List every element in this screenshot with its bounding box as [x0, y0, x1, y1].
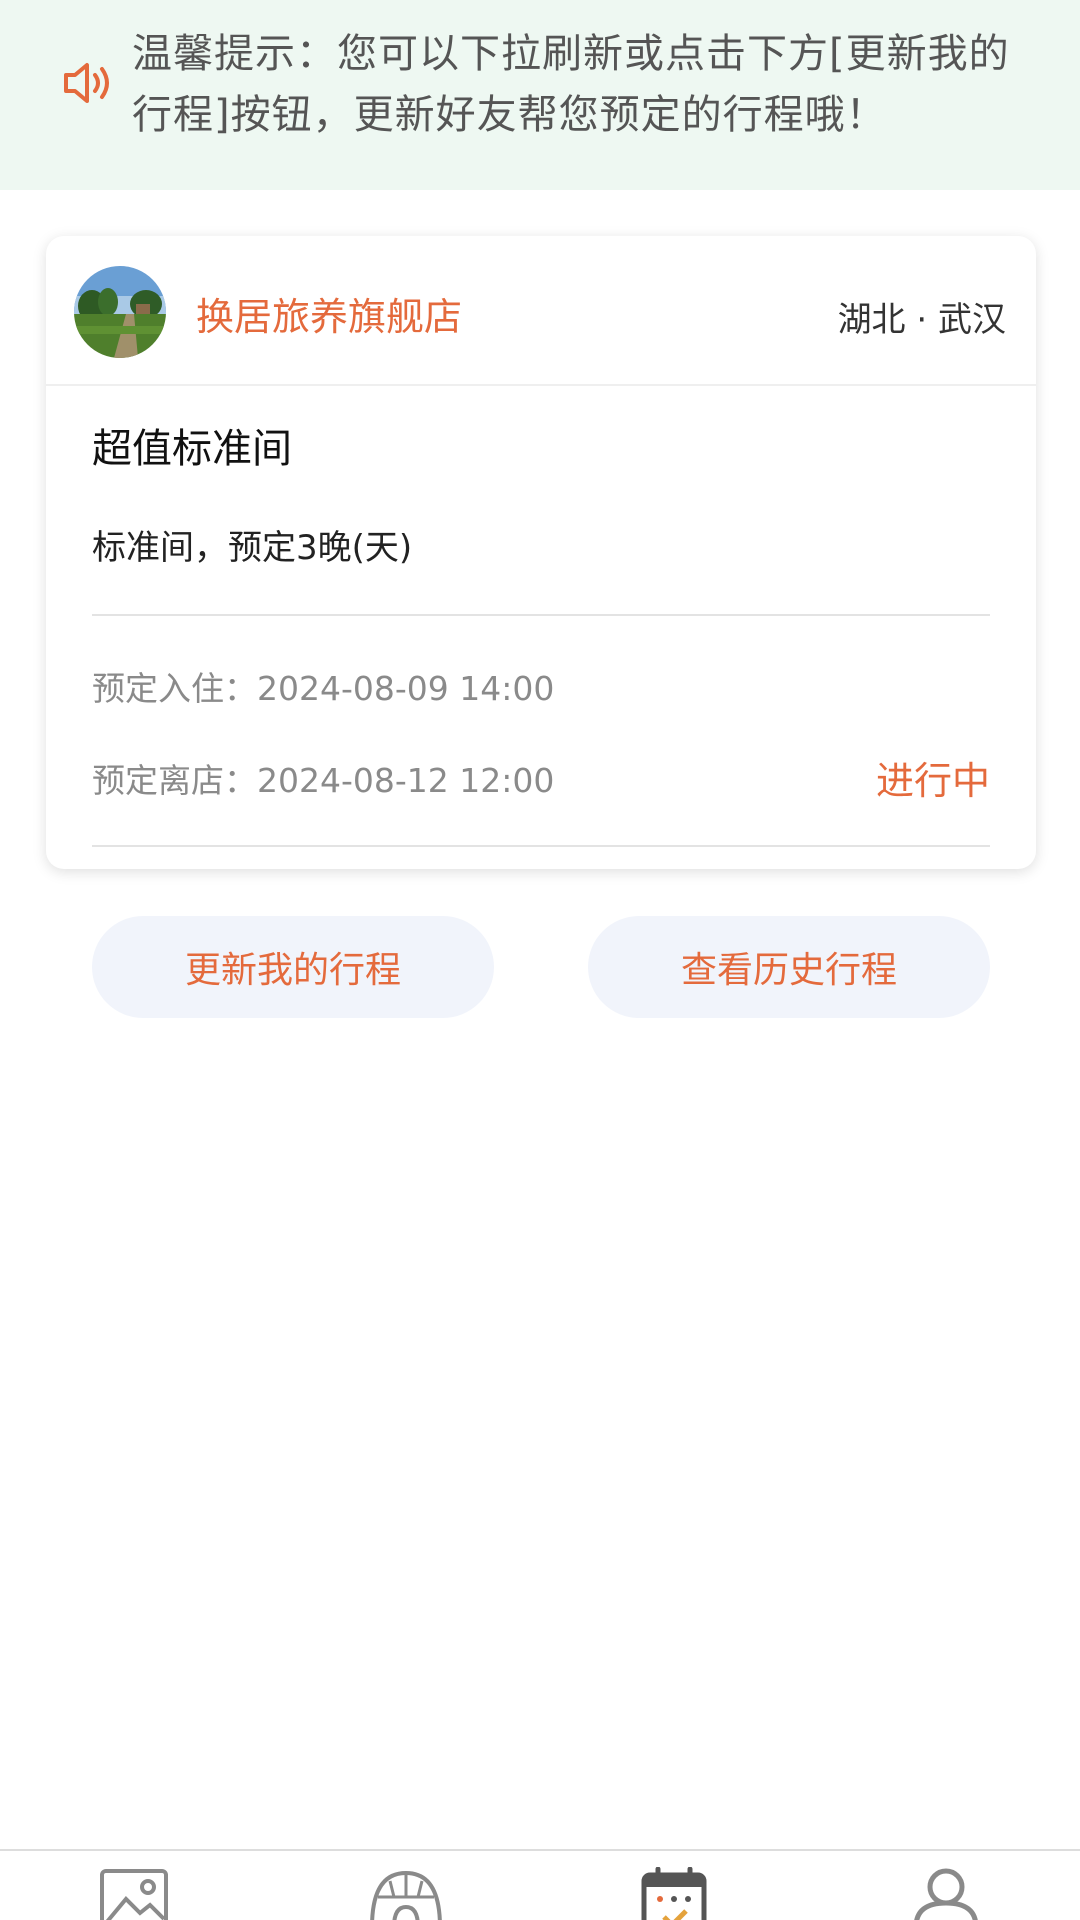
store-avatar [74, 266, 166, 358]
booking-card[interactable]: 换居旅养旗舰店 湖北 · 武汉 超值标准间 标准间，预定3晚(天) 预定入住：2… [46, 236, 1036, 869]
trip-page: 温馨提示：您可以下拉刷新或点击下方[更新我的行程]按钮，更新好友帮您预定的行程哦… [0, 0, 1080, 1920]
update-trip-button[interactable]: 更新我的行程 [92, 916, 494, 1018]
divider [92, 845, 990, 847]
user-icon [914, 1868, 978, 1920]
card-header: 换居旅养旗舰店 湖北 · 武汉 [46, 236, 1036, 386]
notice-text: 温馨提示：您可以下拉刷新或点击下方[更新我的行程]按钮，更新好友帮您预定的行程哦… [132, 31, 1010, 138]
divider [92, 614, 990, 616]
status-badge: 进行中 [875, 759, 990, 803]
store-location: 湖北 · 武汉 [837, 300, 1006, 340]
notice-banner: 温馨提示：您可以下拉刷新或点击下方[更新我的行程]按钮，更新好友帮您预定的行程哦… [0, 0, 1080, 190]
nav-item-profile[interactable] [906, 1867, 986, 1920]
image-icon [100, 1869, 168, 1920]
nav-item-trips[interactable] [636, 1866, 716, 1920]
room-description: 标准间，预定3晚(天) [92, 528, 413, 568]
nav-item-home[interactable] [366, 1867, 446, 1920]
checkout-time: 预定离店：2024-08-12 12:00 [92, 761, 555, 800]
speaker-icon [64, 63, 109, 103]
checkin-time: 预定入住：2024-08-09 14:00 [92, 669, 555, 708]
nav-item-gallery[interactable] [96, 1867, 176, 1920]
store-name[interactable]: 换居旅养旗舰店 [196, 286, 462, 341]
calendar-check-icon [641, 1866, 707, 1920]
dome-icon [370, 1870, 442, 1920]
room-title: 超值标准间 [92, 426, 292, 472]
history-trip-button[interactable]: 查看历史行程 [588, 916, 990, 1018]
bottom-nav [0, 1849, 1080, 1920]
